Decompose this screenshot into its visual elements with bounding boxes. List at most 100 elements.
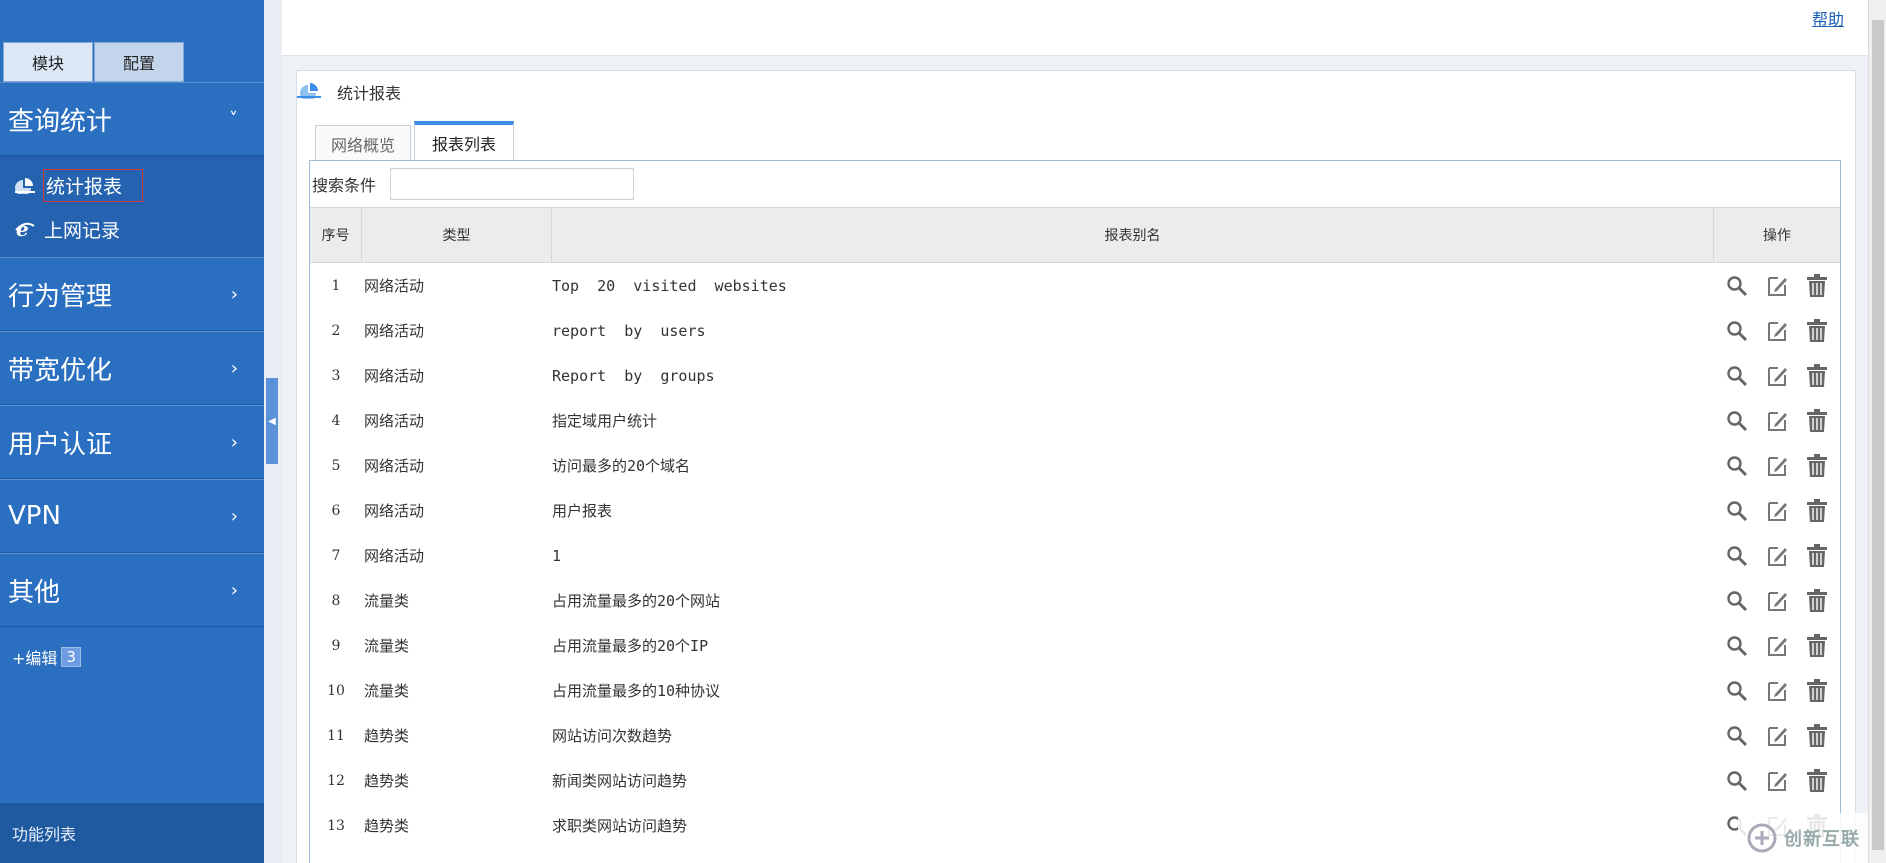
- table-row[interactable]: 2 网络活动 report by users: [310, 308, 1840, 353]
- search-icon[interactable]: [1724, 588, 1750, 614]
- vertical-scrollbar[interactable]: [1868, 0, 1886, 863]
- table-row[interactable]: 1 网络活动 Top 20 visited websites: [310, 263, 1840, 308]
- edit-icon[interactable]: [1764, 768, 1790, 794]
- row-alias: 用户报表: [552, 502, 613, 520]
- tab-network-overview[interactable]: 网络概览: [315, 125, 411, 161]
- menu-section-auth[interactable]: 用户认证 ›: [0, 405, 264, 479]
- trash-icon[interactable]: [1804, 318, 1830, 344]
- edit-icon[interactable]: [1764, 498, 1790, 524]
- column-header-type[interactable]: 类型: [362, 208, 552, 262]
- row-number: 1: [331, 277, 341, 294]
- table-row[interactable]: 13 趋势类 求职类网站访问趋势: [310, 803, 1840, 848]
- search-input[interactable]: [390, 168, 635, 200]
- sidebar-item-label: 上网记录: [44, 219, 121, 242]
- trash-icon[interactable]: [1804, 453, 1830, 479]
- trash-icon[interactable]: [1804, 723, 1830, 749]
- sidebar-item-web-records[interactable]: e 上网记录: [0, 207, 264, 251]
- chevron-right-icon: ›: [230, 431, 238, 453]
- table-row[interactable]: 12 趋势类 新闻类网站访问趋势: [310, 758, 1840, 803]
- row-type: 趋势类: [364, 727, 410, 745]
- pie-chart-icon: [12, 174, 38, 196]
- row-type: 趋势类: [364, 772, 410, 790]
- search-icon[interactable]: [1724, 453, 1750, 479]
- tab-module[interactable]: 模块: [3, 42, 93, 82]
- trash-icon[interactable]: [1804, 498, 1830, 524]
- row-alias: 求职类网站访问趋势: [552, 817, 688, 835]
- trash-icon[interactable]: [1804, 543, 1830, 569]
- report-list: 搜索条件 序号 类型 报表别名 操作 1 网络活动 Top 20 visited w…: [309, 160, 1841, 863]
- menu-section-vpn[interactable]: VPN ›: [0, 479, 264, 553]
- chevron-right-icon: ›: [230, 579, 238, 601]
- row-type: 网络活动: [364, 547, 425, 565]
- sidebar-menu: 查询统计 ˅ 统计报表 e 上网记录 行为管理 › 带宽优化 › 用户认证 › …: [0, 82, 264, 627]
- edit-icon[interactable]: [1764, 723, 1790, 749]
- search-icon[interactable]: [1724, 408, 1750, 434]
- column-header-no[interactable]: 序号: [310, 208, 362, 262]
- table-header: 序号 类型 报表别名 操作: [310, 207, 1840, 263]
- menu-section-query-stats[interactable]: 查询统计 ˅: [0, 82, 264, 156]
- table-row[interactable]: 10 流量类 占用流量最多的10种协议: [310, 668, 1840, 713]
- search-icon[interactable]: [1724, 363, 1750, 389]
- menu-section-other[interactable]: 其他 ›: [0, 553, 264, 627]
- report-panel: 统计报表 网络概览 报表列表 搜索条件 序号 类型 报表别名 操作 1 网络活动…: [296, 70, 1856, 863]
- search-icon[interactable]: [1724, 633, 1750, 659]
- menu-section-label: 其他: [8, 577, 61, 608]
- menu-section-bandwidth[interactable]: 带宽优化 ›: [0, 331, 264, 405]
- table-row[interactable]: 11 趋势类 网站访问次数趋势: [310, 713, 1840, 758]
- menu-section-label: 查询统计: [8, 106, 113, 137]
- content-area: 统计报表 网络概览 报表列表 搜索条件 序号 类型 报表别名 操作 1 网络活动…: [282, 56, 1868, 863]
- trash-icon[interactable]: [1804, 768, 1830, 794]
- trash-icon[interactable]: [1804, 678, 1830, 704]
- row-actions: [1714, 768, 1840, 794]
- edit-menu-link[interactable]: +编辑 3: [12, 645, 81, 669]
- table-row[interactable]: 4 网络活动 指定域用户统计: [310, 398, 1840, 443]
- search-icon[interactable]: [1724, 768, 1750, 794]
- trash-icon[interactable]: [1804, 273, 1830, 299]
- table-row[interactable]: 5 网络活动 访问最多的20个域名: [310, 443, 1840, 488]
- tab-report-list[interactable]: 报表列表: [414, 121, 514, 161]
- trash-icon[interactable]: [1804, 363, 1830, 389]
- scrollbar-thumb[interactable]: [1872, 20, 1884, 850]
- row-alias: 访问最多的20个域名: [552, 457, 691, 475]
- edit-icon[interactable]: [1764, 453, 1790, 479]
- search-icon[interactable]: [1724, 498, 1750, 524]
- column-header-actions: 操作: [1763, 228, 1791, 244]
- table-row[interactable]: 7 网络活动 1: [310, 533, 1840, 578]
- search-icon[interactable]: [1724, 543, 1750, 569]
- pie-chart-icon: [297, 81, 323, 103]
- trash-icon[interactable]: [1804, 633, 1830, 659]
- edit-icon[interactable]: [1764, 363, 1790, 389]
- edit-icon[interactable]: [1764, 543, 1790, 569]
- row-type: 流量类: [364, 682, 410, 700]
- search-bar: 搜索条件: [310, 161, 1840, 207]
- sidebar-item-stat-report[interactable]: 统计报表: [0, 163, 264, 207]
- row-actions: [1714, 273, 1840, 299]
- help-link[interactable]: 帮助: [1812, 6, 1844, 30]
- table-row[interactable]: 9 流量类 占用流量最多的20个IP: [310, 623, 1840, 668]
- trash-icon[interactable]: [1804, 588, 1830, 614]
- search-icon[interactable]: [1724, 678, 1750, 704]
- sidebar-item-label: 统计报表: [42, 168, 144, 202]
- table-row[interactable]: 6 网络活动 用户报表: [310, 488, 1840, 533]
- edit-icon[interactable]: [1764, 633, 1790, 659]
- collapse-sidebar-button[interactable]: ◀: [266, 378, 278, 464]
- row-number: 2: [331, 322, 341, 339]
- edit-icon[interactable]: [1764, 273, 1790, 299]
- search-icon[interactable]: [1724, 318, 1750, 344]
- table-row[interactable]: 8 流量类 占用流量最多的20个网站: [310, 578, 1840, 623]
- row-number: 12: [327, 772, 345, 789]
- column-header-alias[interactable]: 报表别名: [552, 208, 1714, 262]
- edit-icon[interactable]: [1764, 408, 1790, 434]
- edit-icon[interactable]: [1764, 318, 1790, 344]
- menu-section-behavior[interactable]: 行为管理 ›: [0, 257, 264, 331]
- tab-config[interactable]: 配置: [94, 42, 184, 82]
- table-row[interactable]: 3 网络活动 Report by groups: [310, 353, 1840, 398]
- edit-icon[interactable]: [1764, 588, 1790, 614]
- function-list-footer[interactable]: 功能列表: [0, 803, 264, 863]
- row-type: 流量类: [364, 637, 410, 655]
- row-actions: [1714, 633, 1840, 659]
- search-icon[interactable]: [1724, 273, 1750, 299]
- edit-icon[interactable]: [1764, 678, 1790, 704]
- trash-icon[interactable]: [1804, 408, 1830, 434]
- search-icon[interactable]: [1724, 723, 1750, 749]
